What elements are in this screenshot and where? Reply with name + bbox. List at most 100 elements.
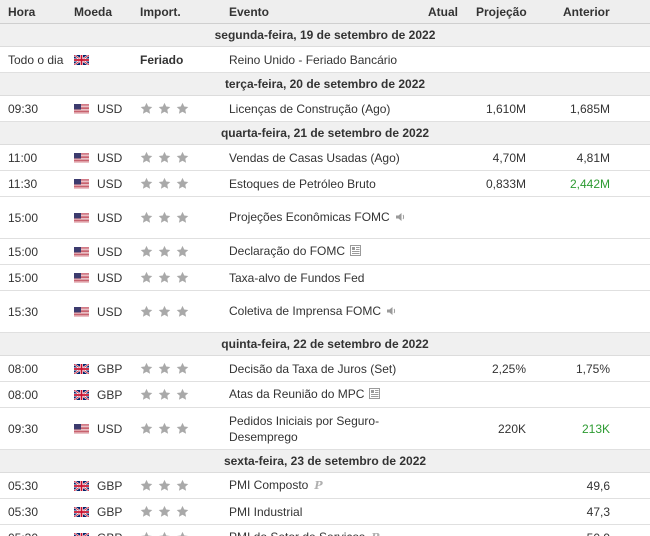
event-row[interactable]: Todo o dia Feriado Reino Unido - Feriado B… <box>0 47 650 73</box>
star-icon <box>140 531 154 536</box>
event-row[interactable]: 15:30 USD Coletiva de Imprensa FOMC <box>0 291 650 333</box>
star-icon <box>158 388 172 401</box>
star-icon <box>140 102 154 115</box>
event-row[interactable]: 15:00 USD Declaração do FOMC <box>0 239 650 265</box>
importance-stars <box>140 408 194 449</box>
event-name-cell: Decisão da Taxa de Juros (Set) <box>229 356 409 381</box>
event-previous: 47,3 <box>586 504 610 519</box>
event-time: 05:30 <box>8 478 39 493</box>
event-row[interactable]: 08:00 GBP Decisão da Taxa de Juros (Set) 2,… <box>0 356 650 382</box>
star-icon <box>158 505 172 518</box>
day-header: segunda-feira, 19 de setembro de 2022 <box>0 24 650 47</box>
document-icon[interactable] <box>350 244 362 260</box>
event-name[interactable]: Licenças de Construção (Ago) <box>229 102 390 116</box>
event-row[interactable]: 11:30 USD Estoques de Petróleo Bruto 0,833M… <box>0 171 650 197</box>
star-icon <box>140 505 154 518</box>
event-actual <box>420 473 460 498</box>
event-row[interactable]: 15:00 USD Taxa-alvo de Fundos Fed <box>0 265 650 291</box>
event-previous <box>540 382 610 407</box>
star-icon <box>140 388 154 401</box>
document-icon[interactable] <box>369 387 381 403</box>
event-currency: USD <box>97 101 123 116</box>
star-icon <box>176 211 190 224</box>
header-importance[interactable]: Import. <box>140 5 181 19</box>
header-currency[interactable]: Moeda <box>74 5 112 19</box>
importance-stars <box>140 473 194 498</box>
header-forecast[interactable]: Projeção <box>476 5 527 19</box>
event-forecast: 220K <box>497 421 526 436</box>
star-icon <box>176 151 190 164</box>
uk-flag-icon <box>74 525 89 536</box>
us-flag-icon <box>74 239 89 264</box>
event-currency: GBP <box>97 504 123 519</box>
event-row[interactable]: 15:00 USD Projeções Econômicas FOMC <box>0 197 650 239</box>
economic-calendar: Hora Moeda Import. Evento Atual Projeção… <box>0 0 650 536</box>
event-name[interactable]: Vendas de Casas Usadas (Ago) <box>229 151 400 165</box>
event-forecast <box>460 239 526 264</box>
event-name[interactable]: Projeções Econômicas FOMC <box>229 210 390 224</box>
speaker-icon[interactable] <box>386 304 398 320</box>
event-name[interactable]: PMI Composto <box>229 478 308 492</box>
event-row[interactable]: 09:30 USD Pedidos Iniciais por Seguro-Dese… <box>0 408 650 450</box>
event-row[interactable]: 11:00 USD Vendas de Casas Usadas (Ago) 4,70… <box>0 145 650 171</box>
event-name-cell: Declaração do FOMC <box>229 239 409 264</box>
event-actual <box>420 239 460 264</box>
star-icon <box>140 479 154 492</box>
event-name-cell: Licenças de Construção (Ago) <box>229 96 409 121</box>
event-row[interactable]: 05:30 GBP PMI do Setor de Serviços P 50,9 <box>0 525 650 536</box>
star-icon <box>158 177 172 190</box>
event-forecast <box>460 382 526 407</box>
importance-stars <box>140 145 194 170</box>
event-row[interactable]: 05:30 GBP PMI Industrial 47,3 <box>0 499 650 525</box>
us-flag-icon <box>74 265 89 290</box>
event-previous <box>540 47 610 72</box>
event-forecast <box>460 291 526 332</box>
star-icon <box>176 531 190 536</box>
header-previous[interactable]: Anterior <box>563 5 610 19</box>
event-name[interactable]: Declaração do FOMC <box>229 244 345 258</box>
event-actual <box>420 96 460 121</box>
event-actual <box>420 145 460 170</box>
event-name[interactable]: Reino Unido - Feriado Bancário <box>229 53 397 67</box>
speaker-icon[interactable] <box>395 210 407 226</box>
calendar-body: segunda-feira, 19 de setembro de 2022 Tod… <box>0 24 650 536</box>
event-name[interactable]: Coletiva de Imprensa FOMC <box>229 304 381 318</box>
header-time[interactable]: Hora <box>8 5 35 19</box>
event-forecast: 2,25% <box>491 361 526 376</box>
star-icon <box>140 271 154 284</box>
importance-stars <box>140 171 194 196</box>
header-actual[interactable]: Atual <box>428 5 458 19</box>
event-name[interactable]: PMI do Setor de Serviços <box>229 530 365 536</box>
event-name-cell: Estoques de Petróleo Bruto <box>229 171 409 196</box>
event-actual <box>420 265 460 290</box>
event-name[interactable]: Pedidos Iniciais por Seguro-Desemprego <box>229 414 379 444</box>
event-row[interactable]: 05:30 GBP PMI Composto P 49,6 <box>0 473 650 499</box>
day-header: terça-feira, 20 de setembro de 2022 <box>0 73 650 96</box>
event-forecast: 4,70M <box>492 150 526 165</box>
star-icon <box>140 305 154 318</box>
event-previous: 213K <box>581 421 610 436</box>
event-name-cell: Reino Unido - Feriado Bancário <box>229 47 409 72</box>
event-name-cell: PMI do Setor de Serviços P <box>229 525 409 536</box>
event-forecast <box>460 265 526 290</box>
uk-flag-icon <box>74 499 89 524</box>
event-row[interactable]: 08:00 GBP Atas da Reunião do MPC <box>0 382 650 408</box>
event-time: 11:30 <box>8 176 38 191</box>
importance-stars <box>140 197 194 238</box>
event-previous: 1,685M <box>569 101 610 116</box>
event-time: Todo o dia <box>8 52 64 67</box>
event-name[interactable]: Taxa-alvo de Fundos Fed <box>229 271 364 285</box>
event-name[interactable]: Atas da Reunião do MPC <box>229 387 364 401</box>
event-name[interactable]: PMI Industrial <box>229 505 302 519</box>
event-previous <box>540 265 610 290</box>
event-actual <box>420 382 460 407</box>
header-event[interactable]: Evento <box>229 5 269 19</box>
event-currency: USD <box>97 244 123 259</box>
preliminary-icon: P <box>314 479 323 492</box>
event-actual <box>420 197 460 238</box>
event-row[interactable]: 09:30 USD Licenças de Construção (Ago) 1,61… <box>0 96 650 122</box>
event-name[interactable]: Estoques de Petróleo Bruto <box>229 177 376 191</box>
event-time: 15:00 <box>8 270 39 285</box>
event-forecast: 1,610M <box>485 101 526 116</box>
event-name[interactable]: Decisão da Taxa de Juros (Set) <box>229 362 396 376</box>
